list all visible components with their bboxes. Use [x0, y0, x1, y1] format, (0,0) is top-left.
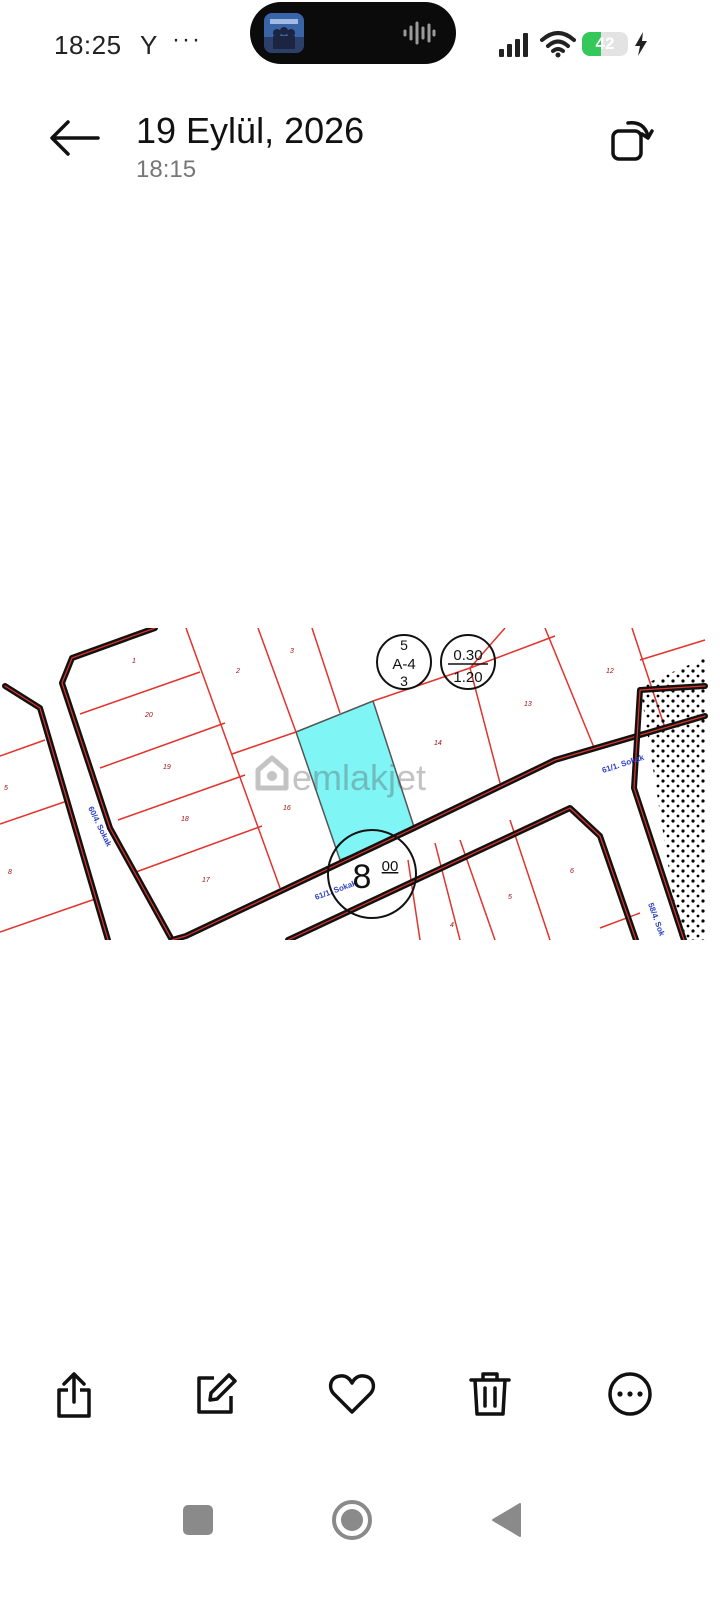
battery-level: 42 — [595, 34, 615, 53]
share-icon — [57, 1372, 91, 1418]
photo-toolbar — [0, 1360, 720, 1430]
road-width-sub: 00 — [382, 858, 399, 875]
carrier-glyph: Y — [140, 30, 158, 60]
square-icon — [183, 1505, 213, 1535]
parcel-number: 1 — [132, 658, 136, 665]
photo-time: 18:15 — [136, 156, 197, 183]
audio-wave-icon — [403, 21, 436, 45]
home-circle-icon — [332, 1500, 372, 1540]
parcel-number: 16 — [283, 805, 291, 812]
status-bar: 18:25 Y ··· 42 — [0, 0, 720, 90]
parcel-number: 4 — [450, 922, 454, 929]
parcel-number: 18 — [181, 816, 189, 823]
parcel-number: 5 — [508, 894, 512, 901]
parcel-number: 17 — [202, 877, 211, 884]
favorite-icon — [328, 1374, 376, 1414]
zone-code-middle: A-4 — [392, 656, 415, 673]
charging-bolt-icon — [635, 32, 647, 56]
triangle-back-icon — [492, 1503, 521, 1537]
parcel-number: 5 — [4, 785, 8, 792]
road-width-main: 8 — [353, 858, 372, 896]
parcel-number: 2 — [235, 668, 240, 675]
ratio-bottom: 1.20 — [453, 669, 482, 686]
zoning-map-image: 1 2 3 20 19 18 17 16 14 13 12 5 6 4 5 8 … — [0, 625, 720, 943]
battery-indicator: 42 — [582, 32, 628, 56]
zone-code-top: 5 — [400, 637, 408, 653]
home-button[interactable] — [331, 1499, 373, 1541]
parcel-number: 13 — [524, 701, 532, 708]
rotate-icon — [611, 121, 654, 161]
zone-code-bottom: 3 — [400, 673, 408, 689]
share-button[interactable] — [48, 1368, 100, 1420]
parcel-number: 3 — [290, 648, 294, 655]
more-notifications-icon: ··· — [172, 26, 202, 53]
status-indicators: 42 — [498, 30, 658, 60]
parcel-number: 12 — [606, 668, 614, 675]
parcel-number: 6 — [570, 868, 574, 875]
rotate-button[interactable] — [606, 114, 656, 164]
wifi-icon — [540, 31, 576, 58]
recents-button[interactable] — [182, 1504, 214, 1536]
photo-viewer[interactable]: 1 2 3 20 19 18 17 16 14 13 12 5 6 4 5 8 … — [0, 625, 720, 943]
status-time: 18:25 — [54, 30, 122, 60]
parcel-number: 8 — [8, 869, 12, 876]
more-icon — [608, 1372, 652, 1416]
edit-button[interactable] — [188, 1368, 240, 1420]
more-button[interactable] — [604, 1368, 656, 1420]
edit-icon — [197, 1373, 237, 1414]
watermark-text: emlakjet — [292, 757, 426, 798]
delete-icon — [469, 1372, 511, 1416]
delete-button[interactable] — [464, 1368, 516, 1420]
arrow-left-icon — [50, 120, 100, 156]
parcel-number: 20 — [144, 712, 153, 719]
photo-header: 19 Eylül, 2026 18:15 — [0, 100, 720, 200]
favorite-button[interactable] — [326, 1368, 378, 1420]
dynamic-island[interactable] — [250, 2, 456, 64]
back-nav-button[interactable] — [490, 1502, 524, 1538]
back-button[interactable] — [48, 118, 102, 158]
signal-bars-icon — [499, 33, 528, 57]
ratio-top: 0.30 — [453, 647, 482, 664]
photo-date: 19 Eylül, 2026 — [136, 110, 365, 151]
parcel-number: 14 — [434, 740, 442, 747]
system-navigation-bar — [0, 1490, 720, 1560]
media-thumbnail-icon — [264, 13, 304, 53]
parcel-number: 19 — [163, 764, 171, 771]
